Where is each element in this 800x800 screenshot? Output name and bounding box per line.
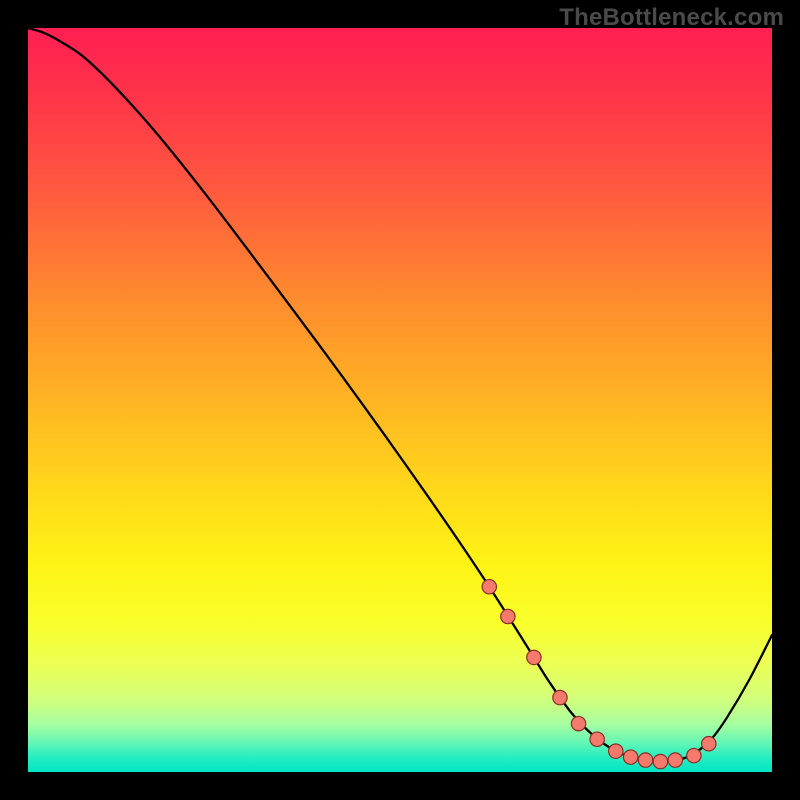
- watermark-text: TheBottleneck.com: [559, 4, 784, 32]
- chart-svg: [28, 28, 772, 772]
- highlight-dot: [553, 690, 567, 704]
- highlight-dot: [687, 748, 701, 762]
- highlight-dot: [482, 580, 496, 594]
- marker-group: [482, 580, 716, 769]
- highlight-dot: [501, 609, 515, 623]
- chart-frame: [28, 28, 772, 772]
- highlight-dot: [653, 754, 667, 768]
- bottleneck-curve: [28, 28, 772, 762]
- highlight-dot: [623, 750, 637, 764]
- highlight-dot: [668, 753, 682, 767]
- highlight-dot: [571, 716, 585, 730]
- highlight-dot: [702, 737, 716, 751]
- highlight-dot: [638, 753, 652, 767]
- highlight-dot: [590, 732, 604, 746]
- highlight-dot: [609, 744, 623, 758]
- highlight-dot: [527, 650, 541, 664]
